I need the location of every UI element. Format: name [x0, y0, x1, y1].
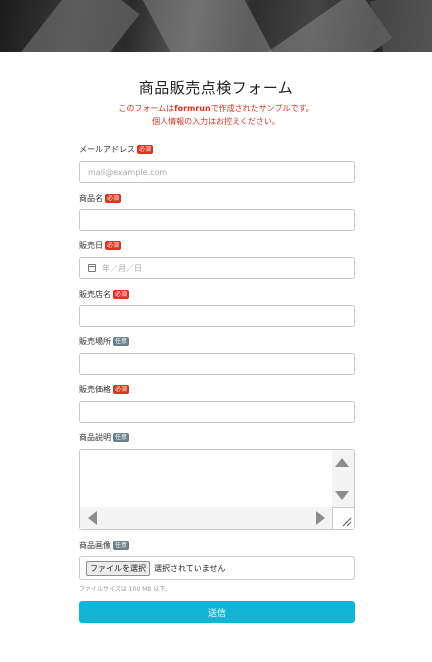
product-name-field[interactable] [79, 209, 355, 231]
image-file-input: ファイルを選択 選択されていません [79, 556, 355, 580]
email-field[interactable]: mail@example.com [79, 161, 355, 183]
description-label: 商品説明 任意 [79, 433, 130, 442]
resize-handle-icon[interactable] [332, 507, 354, 529]
email-label: メールアドレス 必須 [79, 145, 154, 154]
image-label: 商品画像 任意 [79, 541, 130, 550]
choose-file-button[interactable]: ファイルを選択 [86, 560, 150, 576]
required-badge: 必須 [137, 145, 154, 154]
file-status: 選択されていません [154, 563, 226, 573]
submit-button[interactable]: 送信 [79, 601, 355, 623]
required-badge: 必須 [105, 194, 122, 203]
scroll-right-icon[interactable] [316, 511, 325, 525]
required-badge: 必須 [113, 385, 130, 394]
price-label: 販売価格 必須 [79, 385, 130, 394]
description-textarea[interactable] [79, 449, 355, 530]
sale-place-field[interactable] [79, 353, 355, 375]
store-name-label: 販売店名 必須 [79, 290, 130, 299]
store-name-field[interactable] [79, 305, 355, 327]
required-badge: 必須 [113, 290, 130, 299]
sale-place-label: 販売場所 任意 [79, 337, 130, 346]
scroll-left-icon[interactable] [88, 511, 97, 525]
vertical-scrollbar[interactable] [332, 450, 354, 508]
form-title: 商品販売点検フォーム [138, 79, 294, 97]
header-banner-image [0, 0, 432, 52]
horizontal-scrollbar[interactable] [80, 507, 333, 529]
product-name-label: 商品名 必須 [79, 194, 122, 203]
file-size-hint: ファイルサイズは 100 MB 以下。 [79, 586, 172, 593]
calendar-icon [88, 264, 96, 272]
sale-date-field[interactable]: 年／月／日 [79, 257, 355, 279]
optional-badge: 任意 [113, 337, 130, 346]
optional-badge: 任意 [113, 433, 130, 442]
form-notice: このフォームはformrunで作成されたサンプルです。 個人情報の入力はお控えく… [118, 104, 314, 126]
price-field[interactable] [79, 401, 355, 423]
required-badge: 必須 [105, 241, 122, 250]
scroll-up-icon[interactable] [335, 458, 349, 467]
optional-badge: 任意 [113, 541, 130, 550]
sale-date-label: 販売日 必須 [79, 241, 122, 250]
scroll-down-icon[interactable] [335, 491, 349, 500]
